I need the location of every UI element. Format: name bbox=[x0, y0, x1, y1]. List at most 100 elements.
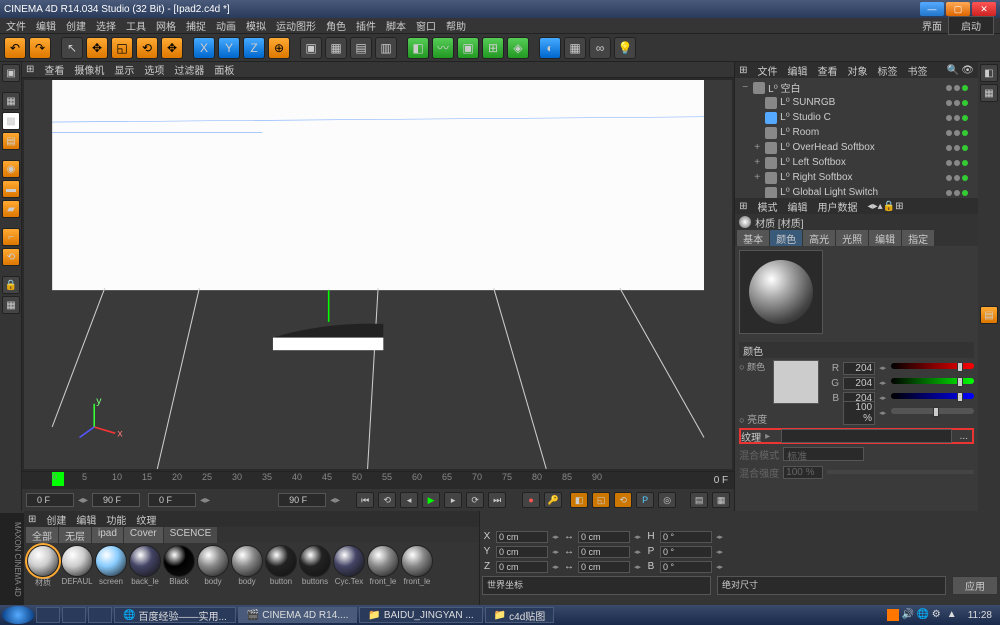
material-item[interactable]: screen bbox=[94, 545, 128, 603]
play-button[interactable]: ▶ bbox=[422, 492, 440, 508]
vp-tab-view[interactable]: 查看 bbox=[44, 62, 64, 77]
layer-scene[interactable]: SCENCE bbox=[164, 527, 218, 543]
key-param[interactable]: P bbox=[636, 492, 654, 508]
current-frame[interactable]: 0 F bbox=[148, 493, 196, 507]
task-baidu[interactable]: 🌐百度经验——实用... bbox=[114, 607, 236, 623]
tweak-mode[interactable]: ⟲ bbox=[2, 248, 20, 266]
autokey[interactable]: 🔑 bbox=[544, 492, 562, 508]
texture-field[interactable] bbox=[781, 429, 952, 443]
z-pos[interactable]: 0 cm bbox=[496, 561, 548, 573]
tree-item[interactable]: +L⁰ Left Softbox bbox=[737, 155, 976, 170]
menu-simulate[interactable]: 模拟 bbox=[246, 18, 266, 33]
end-frame[interactable]: 90 F bbox=[92, 493, 140, 507]
edge-mode[interactable]: ▬ bbox=[2, 180, 20, 198]
tray-icon[interactable]: 🌐 bbox=[917, 609, 929, 621]
r-slider[interactable] bbox=[891, 363, 974, 373]
x-size[interactable]: 0 cm bbox=[578, 531, 630, 543]
tree-item[interactable]: L⁰ Studio C bbox=[737, 110, 976, 125]
g-value[interactable]: 204 bbox=[843, 377, 875, 390]
y-size[interactable]: 0 cm bbox=[578, 546, 630, 558]
goto-end[interactable]: ⏭ bbox=[488, 492, 506, 508]
texture-mode[interactable]: ▩ bbox=[2, 112, 20, 130]
b-slider[interactable] bbox=[891, 393, 974, 403]
mat-tab-edit[interactable]: 编辑 bbox=[76, 512, 96, 527]
record-key[interactable]: ● bbox=[522, 492, 540, 508]
move-tool[interactable]: ✥ bbox=[86, 37, 108, 59]
menu-select[interactable]: 选择 bbox=[96, 18, 116, 33]
goto-start[interactable]: ⏮ bbox=[356, 492, 374, 508]
mat-tab-create[interactable]: 创建 bbox=[46, 512, 66, 527]
rotate-tool[interactable]: ⟲ bbox=[136, 37, 158, 59]
axis-y[interactable]: Y bbox=[218, 37, 240, 59]
menu-mesh[interactable]: 网格 bbox=[156, 18, 176, 33]
subtab-basic[interactable]: 基本 bbox=[737, 230, 769, 246]
snap-toggle[interactable]: 🔒 bbox=[2, 276, 20, 294]
axis-z[interactable]: Z bbox=[243, 37, 265, 59]
prev-frame[interactable]: ◂ bbox=[400, 492, 418, 508]
vp-tab-camera[interactable]: 摄像机 bbox=[74, 62, 104, 77]
fcurve[interactable]: ▤ bbox=[690, 492, 708, 508]
tree-item[interactable]: L⁰ Room bbox=[737, 125, 976, 140]
tray-icon[interactable]: 🔊 bbox=[902, 609, 914, 621]
rt-1[interactable]: ◧ bbox=[980, 64, 998, 82]
nurbs[interactable]: ▣ bbox=[457, 37, 479, 59]
task-folder1[interactable]: 📁BAIDU_JINGYAN ... bbox=[359, 607, 482, 623]
rt-2[interactable]: ▦ bbox=[980, 84, 998, 102]
next-key[interactable]: ⟳ bbox=[466, 492, 484, 508]
material-item[interactable]: body bbox=[196, 545, 230, 603]
picture-viewer[interactable]: ▥ bbox=[375, 37, 397, 59]
x-pos[interactable]: 0 cm bbox=[496, 531, 548, 543]
axis-mode[interactable]: ⌐ bbox=[2, 228, 20, 246]
subtab-illum[interactable]: 光照 bbox=[836, 230, 868, 246]
scale-tool[interactable]: ◱ bbox=[111, 37, 133, 59]
spline-pen[interactable]: 〰 bbox=[432, 37, 454, 59]
material-item[interactable]: back_le bbox=[128, 545, 162, 603]
menu-window[interactable]: 窗口 bbox=[416, 18, 436, 33]
cube-primitive[interactable]: ◧ bbox=[407, 37, 429, 59]
subtab-assign[interactable]: 指定 bbox=[902, 230, 934, 246]
tray-icon[interactable]: ▲ bbox=[947, 609, 959, 621]
material-item[interactable]: buttons bbox=[298, 545, 332, 603]
material-item[interactable]: front_le bbox=[400, 545, 434, 603]
z-size[interactable]: 0 cm bbox=[578, 561, 630, 573]
model-mode[interactable]: ▦ bbox=[2, 92, 20, 110]
key-scale[interactable]: ◱ bbox=[592, 492, 610, 508]
prev-key[interactable]: ⟲ bbox=[378, 492, 396, 508]
tree-item[interactable]: L⁰ Global Light Switch bbox=[737, 185, 976, 198]
material-item[interactable]: button bbox=[264, 545, 298, 603]
light-tool[interactable]: ∞ bbox=[589, 37, 611, 59]
key-pla[interactable]: ◎ bbox=[658, 492, 676, 508]
search-icon[interactable]: 🔍 bbox=[947, 65, 959, 76]
tray-icon[interactable]: ⚙ bbox=[932, 609, 944, 621]
texture-arrow-icon[interactable]: ▸ bbox=[765, 431, 777, 442]
tray-icon[interactable] bbox=[887, 609, 899, 621]
undo-button[interactable]: ↶ bbox=[4, 37, 26, 59]
rt-3[interactable]: ▤ bbox=[980, 306, 998, 324]
deformer[interactable]: ◈ bbox=[507, 37, 529, 59]
make-editable[interactable]: ▣ bbox=[2, 64, 20, 82]
taskbar-clock[interactable]: 11:28 bbox=[962, 610, 998, 621]
next-frame[interactable]: ▸ bbox=[444, 492, 462, 508]
render-settings[interactable]: ▤ bbox=[350, 37, 372, 59]
color-swatch[interactable] bbox=[773, 360, 819, 404]
material-strip[interactable]: 材质DEFAULscreenback_leBlackbodybodybutton… bbox=[24, 543, 479, 605]
brightness-value[interactable]: 100 % bbox=[843, 401, 875, 425]
attr-edit[interactable]: 编辑 bbox=[788, 199, 808, 214]
mixstrength-slider[interactable] bbox=[827, 470, 974, 474]
perspective-viewport[interactable]: x y bbox=[24, 80, 732, 469]
workplane-toggle[interactable]: ▦ bbox=[2, 296, 20, 314]
layer-ipad[interactable]: ipad bbox=[92, 527, 123, 543]
object-tree[interactable]: −L⁰ 空白L⁰ SUNRGBL⁰ Studio CL⁰ Room+L⁰ Ove… bbox=[735, 78, 978, 198]
render-region[interactable]: ▦ bbox=[325, 37, 347, 59]
task-folder2[interactable]: 📁c4d贴图 bbox=[485, 607, 555, 623]
select-tool[interactable]: ↖ bbox=[61, 37, 83, 59]
menu-help[interactable]: 帮助 bbox=[446, 18, 466, 33]
subtab-color[interactable]: 颜色 bbox=[770, 230, 802, 246]
obj-tab-file[interactable]: 文件 bbox=[758, 63, 778, 78]
attr-userdata[interactable]: 用户数据 bbox=[818, 199, 858, 214]
attr-mode[interactable]: 模式 bbox=[758, 199, 778, 214]
bulb-tool[interactable]: 💡 bbox=[614, 37, 636, 59]
start-button[interactable] bbox=[2, 606, 34, 624]
timeline[interactable]: 051015202530354045505560657075808590 0 F bbox=[22, 471, 734, 489]
tree-item[interactable]: +L⁰ Right Softbox bbox=[737, 170, 976, 185]
